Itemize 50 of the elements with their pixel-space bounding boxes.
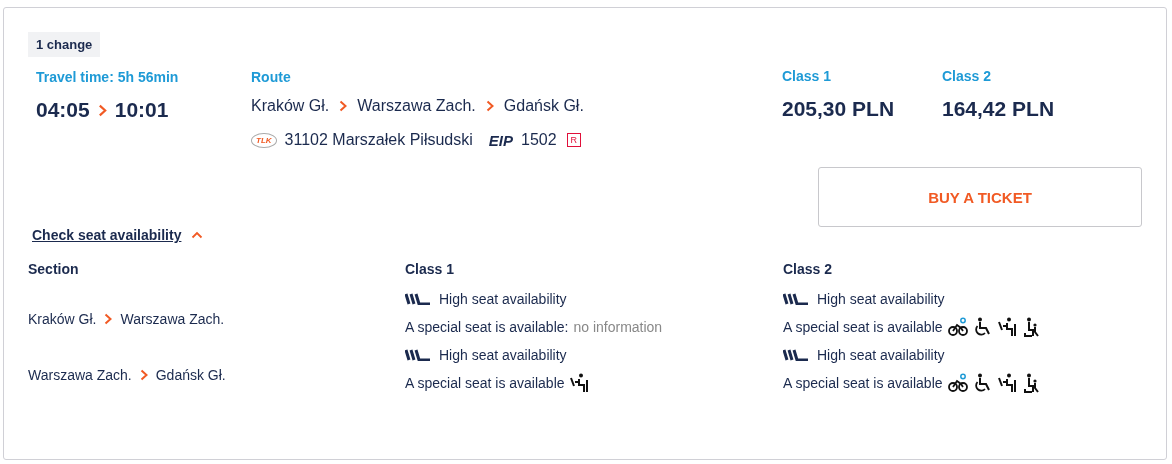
travel-time: Travel time: 5h 56min [36,69,180,85]
class-label: Class 1 [782,68,833,84]
station-name: Warszawa Zach. [120,311,225,327]
train-number: 1502 [521,131,557,149]
chevron-icon [485,100,494,112]
route-heading: Route [251,69,292,85]
train-number: 31102 Marszałek Piłsudski [284,131,473,149]
seated-person-icon [569,373,590,393]
special-seat-text: A special seat is available [783,319,943,335]
seats-icon [405,293,431,305]
special-seat-text: A special seat is available: [405,319,569,335]
arrival-time: 10:01 [114,98,169,122]
departure-time: 04:05 [36,98,90,122]
reservation-badge: R [566,133,582,147]
chevron-icon [139,369,148,381]
station-name: Kraków Gł. [28,311,97,327]
bicycle-icon [947,317,968,337]
station-name: Kraków Gł. [251,97,330,115]
seated-person-icon [997,317,1018,337]
column-header: Class 1 [405,261,456,277]
special-seat-text: A special seat is available [405,375,565,391]
seats-icon [783,349,809,361]
chevron-icon [104,313,113,325]
availability-text: High seat availability [817,347,945,363]
carrier-logo: EIP [488,131,513,149]
station-name: Gdańsk Gł. [503,97,584,115]
seats-icon [783,293,809,305]
seats-icon [405,349,431,361]
changes-badge: 1 change [28,32,101,57]
availability-text: High seat availability [439,291,567,307]
station-name: Gdańsk Gł. [155,367,226,383]
price: 205,30 PLN [782,97,896,121]
station-name: Warszawa Zach. [28,367,132,383]
availability-text: High seat availability [439,347,567,363]
special-seat-note: no information [573,319,663,335]
price: 164,42 PLN [942,97,1056,121]
chevron-icon [97,103,107,117]
station-name: Warszawa Zach. [357,97,476,115]
availability-text: High seat availability [817,291,945,307]
class-label: Class 2 [942,68,993,84]
special-seat-text: A special seat is available [783,375,943,391]
bicycle-icon [947,373,968,393]
caret-icon[interactable] [191,231,204,239]
column-header: Section [28,261,80,277]
wheelchair-icon [972,317,993,337]
column-header: Class 2 [783,261,834,277]
seated-person-icon [997,373,1018,393]
seat-availability-link[interactable]: Check seat availability [32,227,182,243]
chevron-icon [339,100,348,112]
wheelchair-icon [972,373,993,393]
